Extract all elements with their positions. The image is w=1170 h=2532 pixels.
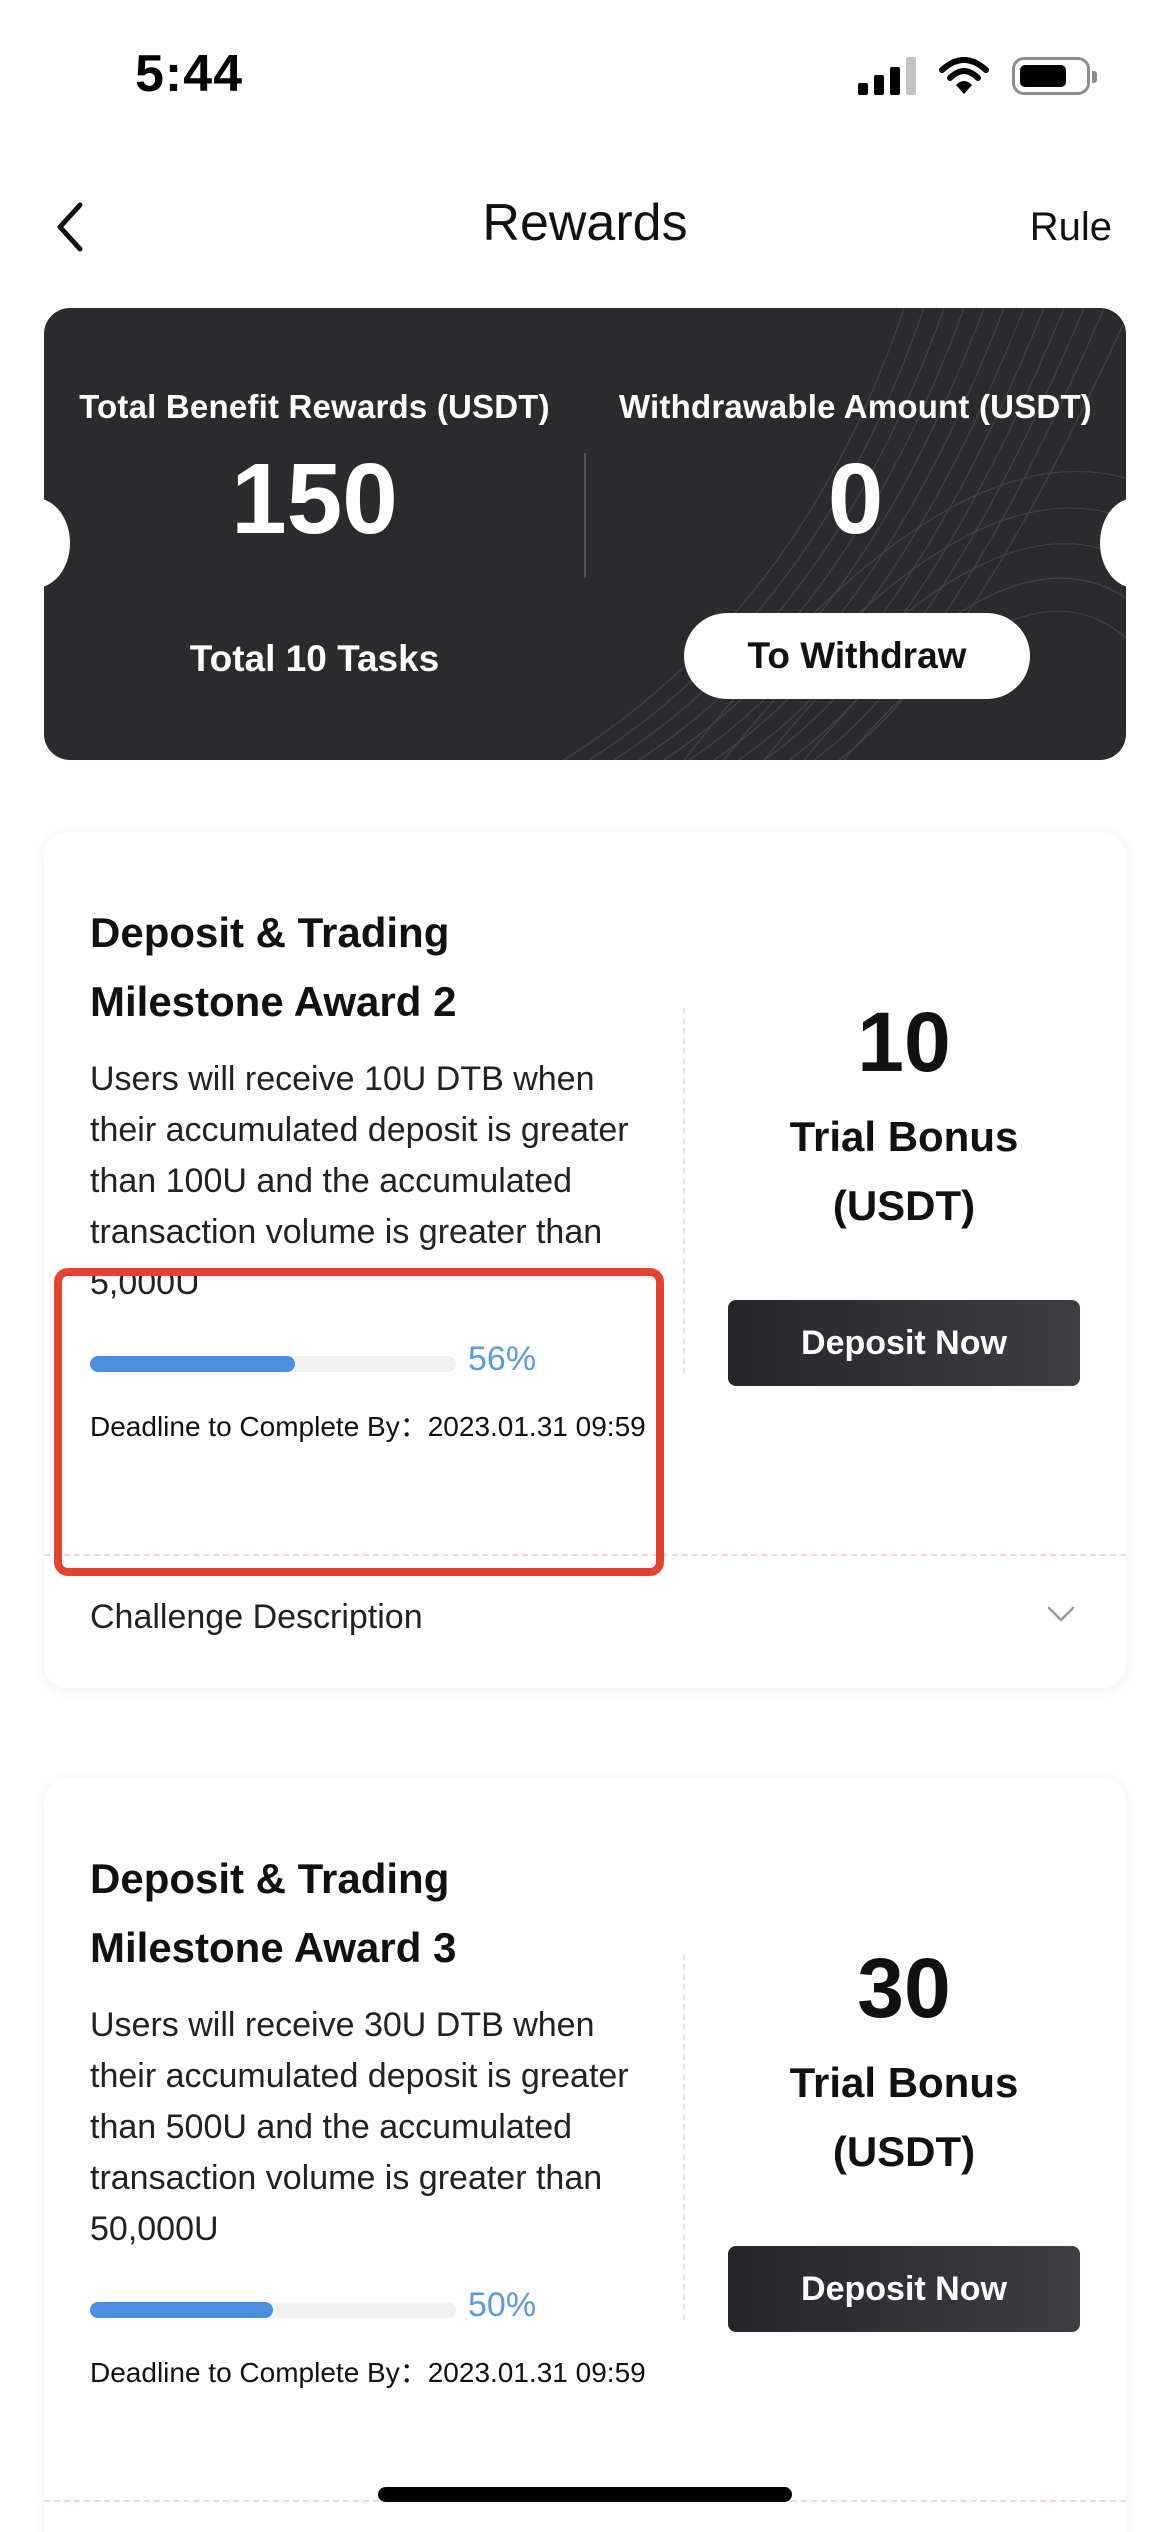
total-benefit-section: Total Benefit Rewards (USDT) 150 <box>44 388 585 554</box>
task-title: Deposit & Trading Milestone Award 2 <box>90 909 457 1025</box>
task-card: Deposit & Trading Milestone Award 2 User… <box>44 832 1126 1688</box>
nav-bar: Rewards Rule <box>0 175 1170 275</box>
to-withdraw-button[interactable]: To Withdraw <box>684 613 1030 699</box>
rewards-summary-card: Total Benefit Rewards (USDT) 150 Withdra… <box>44 308 1126 760</box>
battery-icon <box>1012 57 1097 95</box>
reward-amount: 10 <box>857 995 951 1089</box>
progress-fill <box>90 2302 273 2318</box>
reward-label: Trial Bonus (USDT) <box>789 1113 1019 1229</box>
total-benefit-value: 150 <box>231 443 398 555</box>
chevron-down-icon <box>1047 1606 1075 1622</box>
challenge-description-row[interactable]: Challenge Description <box>44 1564 1126 1674</box>
progress-percent: 50% <box>468 2286 537 2324</box>
reward-amount: 30 <box>857 1941 951 2035</box>
reward-label: Trial Bonus (USDT) <box>789 2059 1019 2175</box>
challenge-description-label: Challenge Description <box>90 1598 423 1636</box>
progress-bar <box>90 2302 456 2318</box>
deadline-text: Deadline to Complete By：2023.01.31 09:59 <box>90 1411 646 1442</box>
progress-fill <box>90 1356 295 1372</box>
home-indicator <box>378 2487 792 2502</box>
status-bar: 5:44 <box>0 0 1170 150</box>
chevron-left-icon[interactable] <box>48 199 92 255</box>
status-time: 5:44 <box>135 45 244 103</box>
section-divider <box>44 1554 1126 1556</box>
reward-section: 10 Trial Bonus (USDT) <box>728 994 1080 1240</box>
column-divider <box>683 1008 685 1374</box>
status-icons <box>858 56 1097 96</box>
deadline-text: Deadline to Complete By：2023.01.31 09:59 <box>90 2357 646 2388</box>
total-benefit-label: Total Benefit Rewards (USDT) <box>79 388 550 425</box>
page-title: Rewards <box>482 194 688 252</box>
withdrawable-label: Withdrawable Amount (USDT) <box>619 388 1092 425</box>
deposit-now-button[interactable]: Deposit Now <box>728 1300 1080 1386</box>
task-description: Users will receive 30U DTB when their ac… <box>90 2006 629 2248</box>
task-card: Deposit & Trading Milestone Award 3 User… <box>44 1778 1126 2532</box>
progress-bar <box>90 1356 456 1372</box>
deposit-now-button[interactable]: Deposit Now <box>728 2246 1080 2332</box>
rule-link[interactable]: Rule <box>1030 205 1112 250</box>
progress-percent: 56% <box>468 1340 537 1378</box>
column-divider <box>683 1954 685 2320</box>
task-description: Users will receive 10U DTB when their ac… <box>90 1060 629 1302</box>
cellular-signal-icon <box>858 57 916 95</box>
wifi-icon <box>939 57 989 94</box>
withdrawable-section: Withdrawable Amount (USDT) 0 <box>585 388 1126 554</box>
withdrawable-value: 0 <box>827 443 884 555</box>
reward-section: 30 Trial Bonus (USDT) <box>728 1940 1080 2186</box>
total-tasks-label: Total 10 Tasks <box>189 638 440 679</box>
task-title: Deposit & Trading Milestone Award 3 <box>90 1855 457 1971</box>
